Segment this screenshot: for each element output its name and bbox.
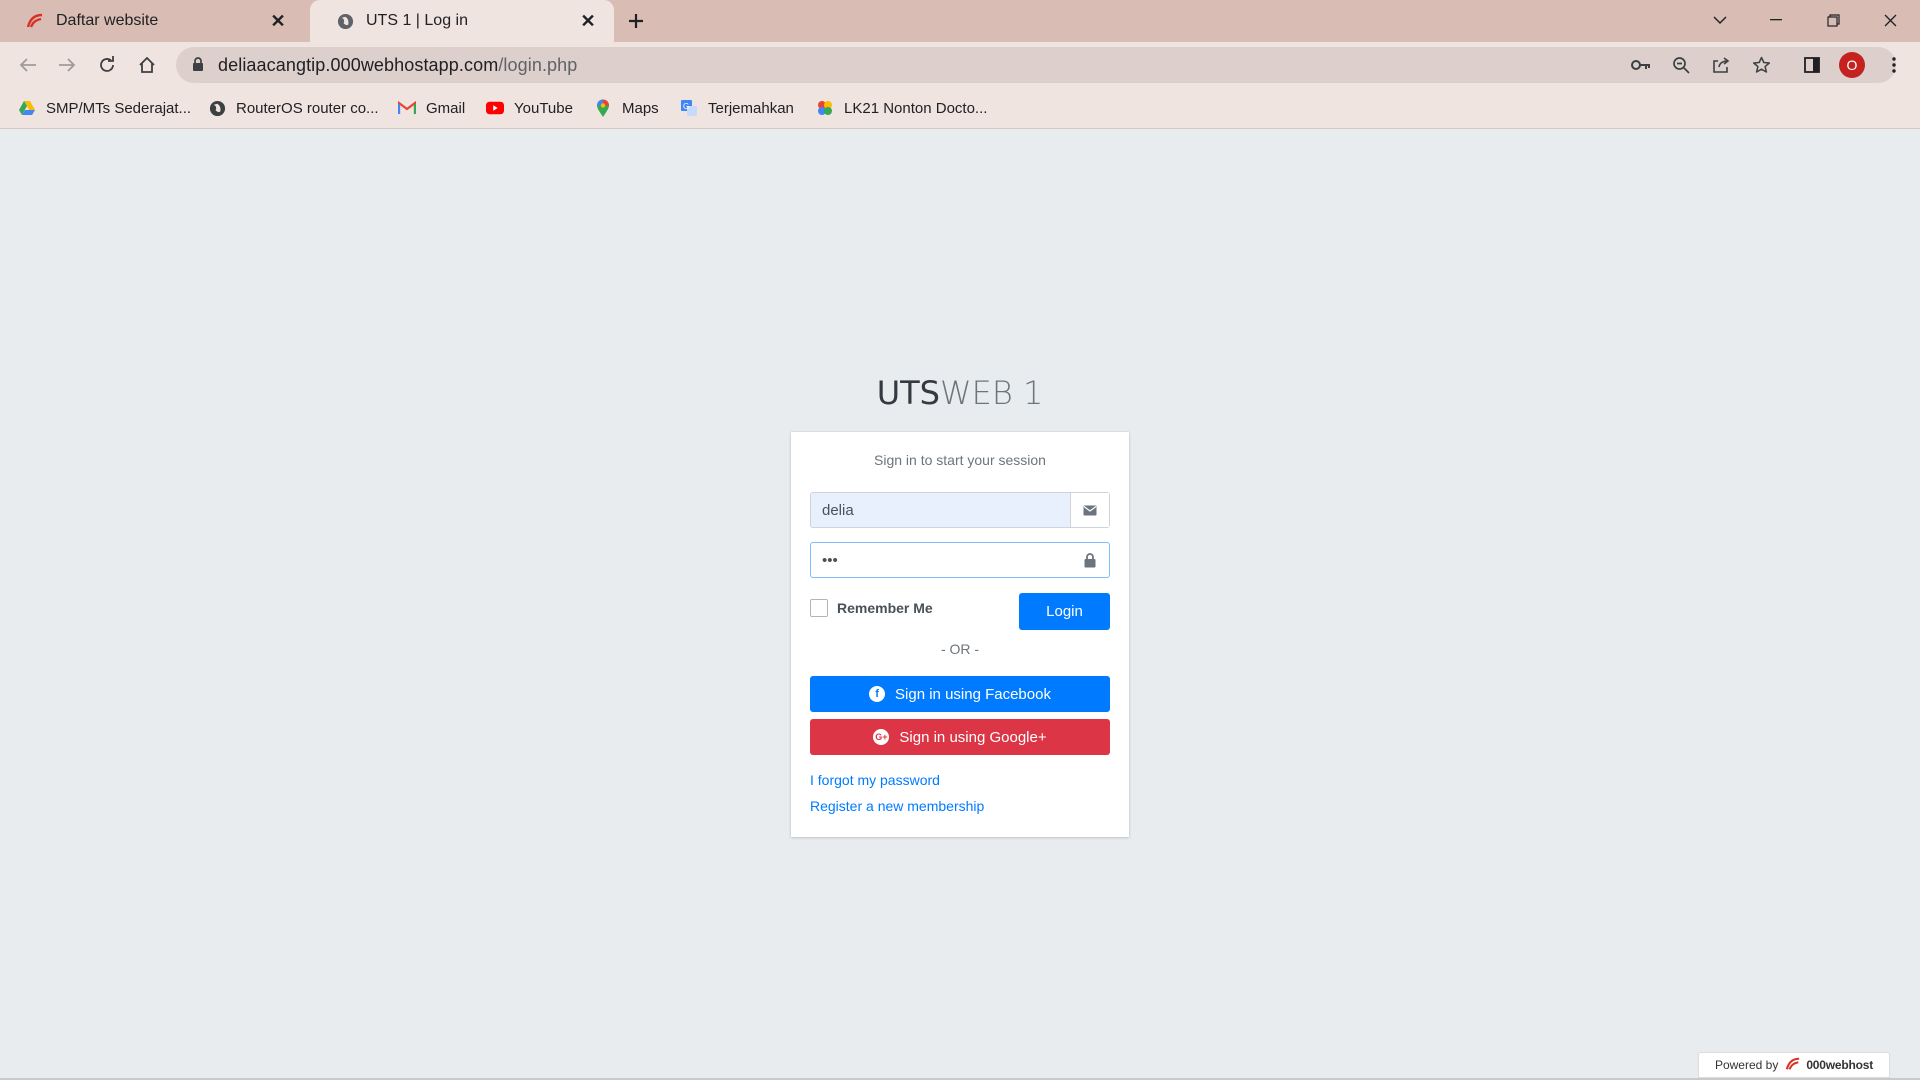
bookmark-label: YouTube — [514, 99, 573, 117]
remember-me[interactable]: Remember Me — [810, 599, 933, 617]
logo-bold: UTS — [876, 374, 940, 412]
powered-by-badge[interactable]: Powered by 000webhost — [1698, 1052, 1890, 1078]
remember-me-checkbox[interactable] — [810, 599, 828, 617]
powered-by-text: Powered by — [1714, 1058, 1779, 1072]
remember-me-label[interactable]: Remember Me — [837, 600, 933, 616]
tab-label: Daftar website — [56, 12, 159, 29]
login-button[interactable]: Login — [1019, 593, 1110, 630]
tab-search-chevron-down-icon[interactable] — [1692, 0, 1748, 40]
facebook-signin-label: Sign in using Facebook — [895, 685, 1051, 703]
close-tab-icon[interactable]: ✕ — [266, 9, 290, 33]
username-field — [810, 492, 1110, 528]
forgot-password-link[interactable]: I forgot my password — [810, 772, 940, 788]
register-link[interactable]: Register a new membership — [810, 798, 984, 814]
lock-icon — [1071, 543, 1109, 577]
maps-pin-icon — [594, 99, 612, 117]
000webhost-favicon-icon — [26, 12, 44, 30]
tab-daftar-website[interactable]: Daftar website ✕ — [0, 0, 304, 42]
login-box-message: Sign in to start your session — [874, 452, 1046, 468]
000webhost-logo-icon — [1784, 1057, 1802, 1074]
bookmark-label: LK21 Nonton Docto... — [844, 99, 988, 117]
google-signin-button[interactable]: G+ Sign in using Google+ — [810, 719, 1110, 755]
url-path: /login.php — [498, 55, 578, 75]
or-divider: - OR - — [940, 641, 980, 657]
powered-by-brand: 000webhost — [1806, 1058, 1874, 1072]
svg-text:G: G — [683, 102, 689, 111]
home-icon[interactable] — [131, 49, 163, 81]
google-drive-icon — [18, 99, 36, 117]
globe-icon — [336, 12, 354, 30]
key-icon[interactable] — [1630, 54, 1652, 76]
menu-kebab-icon[interactable] — [1878, 49, 1910, 81]
new-tab-plus-icon[interactable] — [622, 7, 650, 35]
facebook-signin-button[interactable]: f Sign in using Facebook — [810, 676, 1110, 712]
google-signin-label: Sign in using Google+ — [899, 728, 1047, 746]
facebook-icon: f — [869, 686, 886, 702]
logo-light: WEB 1 — [939, 374, 1044, 412]
bookmark-star-icon[interactable] — [1750, 54, 1772, 76]
bookmark-routeros[interactable]: RouterOS router co... — [208, 97, 379, 119]
tab-strip: Daftar website ✕ UTS 1 | Log in ✕ — [0, 0, 1920, 42]
zoom-out-icon[interactable] — [1670, 54, 1692, 76]
bookmark-label: SMP/MTs Sederajat... — [46, 99, 192, 117]
login-card: Sign in to start your session Remember M… — [791, 432, 1129, 837]
bookmark-label: Maps — [622, 99, 659, 117]
youtube-icon — [486, 99, 504, 117]
bookmark-youtube[interactable]: YouTube — [486, 97, 573, 119]
bookmark-smp-mts[interactable]: SMP/MTs Sederajat... — [18, 97, 191, 119]
bookmark-label: Terjemahkan — [708, 99, 794, 117]
forward-arrow-icon[interactable] — [51, 49, 83, 81]
envelope-icon — [1070, 493, 1109, 527]
password-field — [810, 542, 1110, 578]
url-text: deliaacangtip.000webhostapp.com/login.ph… — [218, 55, 577, 76]
restore-icon[interactable] — [1805, 0, 1861, 40]
bookmark-label: RouterOS router co... — [236, 99, 379, 117]
browser-toolbar: deliaacangtip.000webhostapp.com/login.ph… — [0, 42, 1920, 88]
bookmark-label: Gmail — [426, 99, 466, 117]
bookmark-lk21[interactable]: LK21 Nonton Docto... — [816, 97, 987, 119]
reload-icon[interactable] — [91, 49, 123, 81]
back-arrow-icon[interactable] — [12, 49, 44, 81]
bookmark-maps[interactable]: Maps — [594, 97, 659, 119]
translate-icon: G — [680, 99, 698, 117]
bookmark-terjemahkan[interactable]: G Terjemahkan — [680, 97, 794, 119]
close-tab-icon[interactable]: ✕ — [576, 9, 600, 33]
google-plus-icon: G+ — [873, 729, 890, 745]
lk21-icon — [816, 99, 834, 117]
profile-initial: O — [1839, 52, 1865, 78]
globe-icon — [208, 99, 226, 117]
gmail-icon — [398, 99, 416, 117]
lock-icon — [192, 57, 204, 77]
bookmark-gmail[interactable]: Gmail — [398, 97, 465, 119]
minimize-icon[interactable] — [1748, 0, 1804, 40]
bookmarks-bar: SMP/MTs Sederajat... RouterOS router co.… — [0, 88, 1920, 129]
tab-uts-login[interactable]: UTS 1 | Log in ✕ — [310, 0, 614, 42]
share-icon[interactable] — [1710, 54, 1732, 76]
tab-label: UTS 1 | Log in — [366, 12, 468, 29]
profile-avatar[interactable]: O — [1836, 49, 1868, 81]
username-input[interactable] — [811, 493, 1070, 527]
password-input[interactable] — [811, 543, 1071, 577]
url-host: deliaacangtip.000webhostapp.com — [218, 55, 499, 75]
page-logo[interactable]: UTSWEB 1 — [0, 374, 1920, 412]
address-bar[interactable]: deliaacangtip.000webhostapp.com/login.ph… — [176, 47, 1896, 83]
close-window-icon[interactable] — [1862, 0, 1918, 40]
side-panel-icon[interactable] — [1796, 49, 1828, 81]
